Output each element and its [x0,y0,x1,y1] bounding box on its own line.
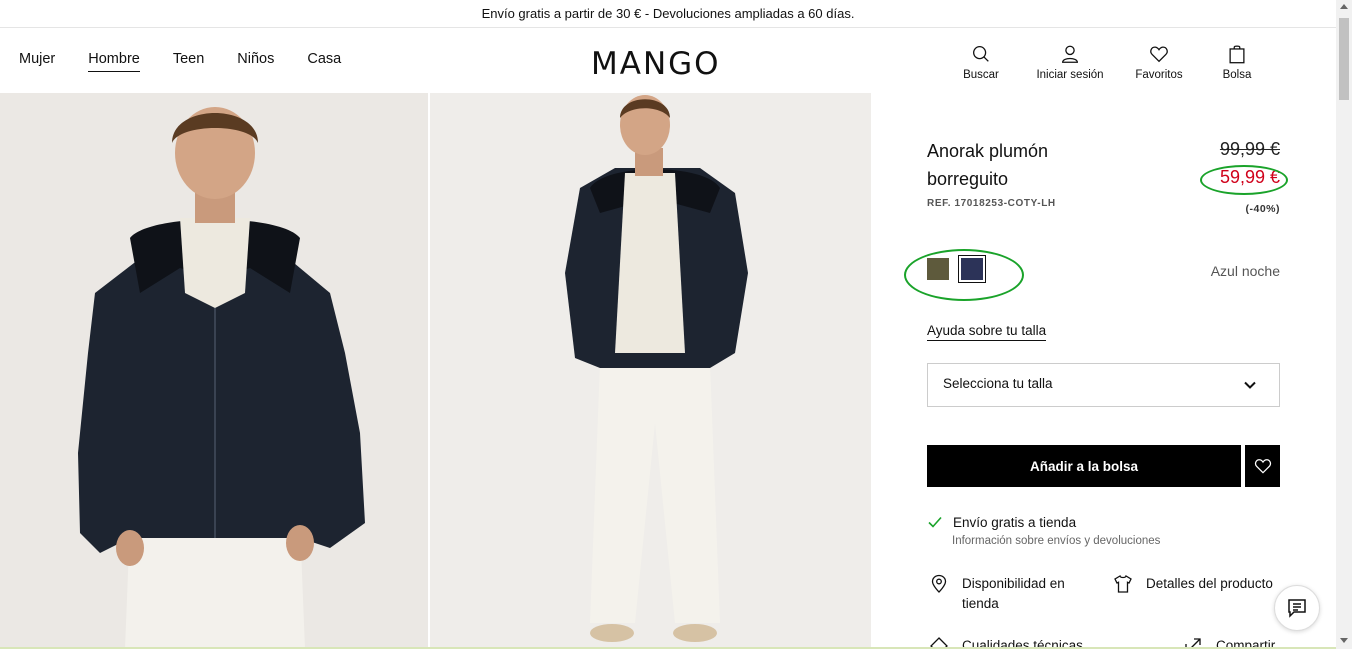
swatch-navy[interactable] [958,255,986,283]
search-label: Buscar [963,69,999,81]
user-icon [1062,45,1078,63]
product-details[interactable]: Detalles del producto [1113,574,1273,594]
store-availability[interactable]: Disponibilidad en tienda [929,574,1079,614]
shipping-info-link[interactable]: Información sobre envíos y devoluciones [952,535,1160,547]
heart-icon [1150,46,1168,63]
nav-mujer[interactable]: Mujer [19,51,55,72]
discount-badge: (-40%) [1245,203,1280,215]
chat-button[interactable] [1274,585,1320,631]
store-availability-label: Disponibilidad en tienda [962,576,1065,611]
promo-text: Envío gratis a partir de 30 € - Devoluci… [481,6,855,21]
mango-logo[interactable]: MANGO [591,46,721,82]
swatch-khaki[interactable] [927,258,949,280]
shirt-icon [1114,574,1132,593]
model-front-image [0,93,428,649]
chevron-down-icon [1244,381,1256,389]
login-label: Iniciar sesión [1036,69,1104,81]
scroll-thumb[interactable] [1339,18,1349,100]
add-to-bag-label: Añadir a la bolsa [1029,458,1139,474]
color-swatches [927,255,986,283]
page-scrollbar[interactable] [1336,0,1352,649]
chat-icon [1288,599,1306,618]
price-highlight-circle [1200,165,1288,195]
size-select-placeholder: Selecciona tu talla [943,376,1053,391]
product-details-label: Detalles del producto [1146,576,1273,591]
size-help-link[interactable]: Ayuda sobre tu talla [927,323,1047,341]
nav-casa[interactable]: Casa [307,51,341,72]
logo-text: MANGO [591,46,721,82]
heart-icon [1254,459,1271,474]
add-to-bag-button[interactable]: Añadir a la bolsa [927,445,1241,487]
bag-icon [1229,45,1245,64]
location-pin-icon [931,574,947,593]
search-button[interactable]: Buscar [942,43,1020,81]
nav-teen[interactable]: Teen [173,51,204,72]
header: Mujer Hombre Teen Niños Casa MANGO Busca… [0,29,1336,93]
nav-ninos[interactable]: Niños [237,51,274,72]
scroll-down-arrow-icon[interactable] [1340,638,1348,643]
check-icon [928,516,942,528]
bag-label: Bolsa [1222,69,1252,81]
favorites-button[interactable]: Favoritos [1120,43,1198,81]
nav-hombre[interactable]: Hombre [88,51,140,72]
size-select[interactable]: Selecciona tu talla [927,363,1280,407]
old-price: 99,99 € [1219,139,1280,159]
scroll-up-arrow-icon[interactable] [1340,4,1348,9]
free-shipping: Envío gratis a tienda [927,514,1076,530]
model-side-image [430,93,871,649]
product-ref: REF. 17018253-COTY-LH [927,198,1056,209]
favorites-label: Favoritos [1135,69,1183,81]
free-shipping-label: Envío gratis a tienda [953,514,1077,530]
promo-bar: Envío gratis a partir de 30 € - Devoluci… [0,0,1336,28]
selected-color-name: Azul noche [1210,263,1280,279]
bag-button[interactable]: Bolsa [1198,43,1276,81]
search-icon [973,46,989,62]
header-tools: Buscar Iniciar sesión Favoritos Bolsa [942,43,1276,81]
product-photo-side[interactable] [430,93,871,649]
product-gallery [0,93,871,649]
login-button[interactable]: Iniciar sesión [1020,43,1120,81]
product-photo-front[interactable] [0,93,428,649]
main-nav: Mujer Hombre Teen Niños Casa [19,51,374,72]
product-title: Anorak plumón borreguito [927,141,1049,189]
add-favorite-button[interactable] [1245,445,1280,487]
